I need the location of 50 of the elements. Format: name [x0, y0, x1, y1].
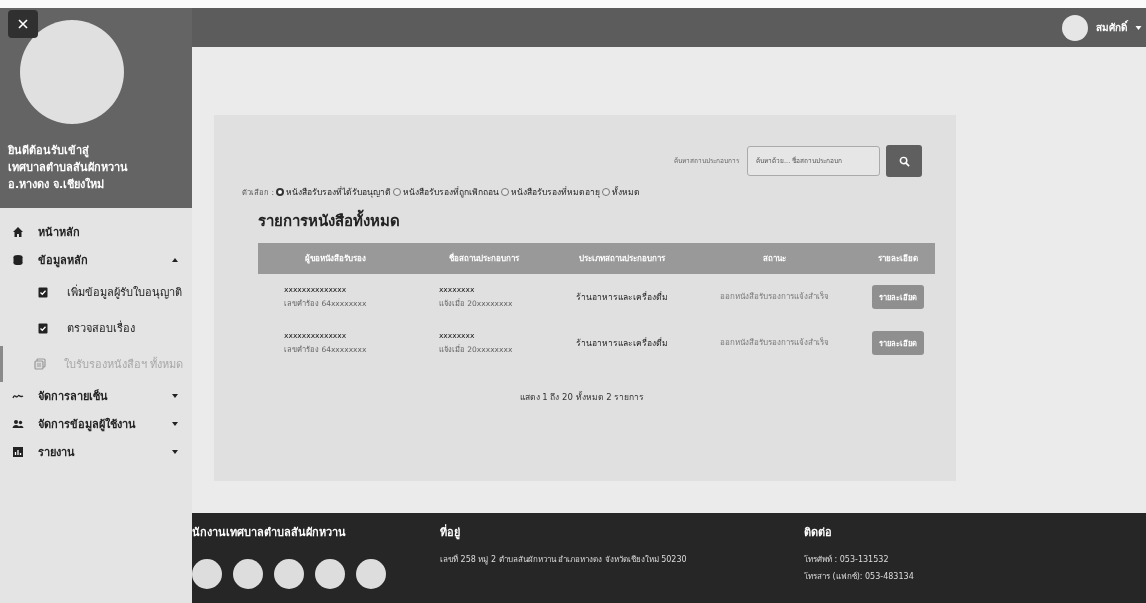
social-icon[interactable] [274, 559, 304, 589]
menu-group[interactable]: รายงาน [0, 438, 192, 466]
column-header: ชื่อสถานประกอบการ [412, 243, 555, 274]
user-avatar [1062, 14, 1088, 41]
filter-radio[interactable]: หนังสือรับรองที่ได้รับอนุญาติ [275, 185, 391, 199]
filter-radio[interactable]: ทั้งหมด [601, 185, 640, 199]
home-icon [12, 226, 24, 238]
social-icon[interactable] [192, 559, 222, 589]
close-icon [17, 18, 29, 30]
welcome-text: ยินดีต้อนรับเข้าสู่ เทศบาลตำบลสันผักหวาน อ.หางดง จ.เชียงใหม่ [8, 143, 129, 193]
caret-up-icon [172, 258, 178, 262]
caret-down-icon [172, 394, 178, 398]
footer-title: นักงานเทศบาลตำบลสันผักหวาน [192, 525, 347, 541]
close-button[interactable] [8, 10, 38, 38]
footer-title: ติดต่อ [804, 525, 833, 541]
caret-down-icon [172, 422, 178, 426]
column-header: รายละเอียด [860, 243, 935, 274]
column-header: ประเภทสถานประกอบการ [554, 243, 690, 274]
clipboard-icon [37, 286, 49, 298]
user-menu[interactable]: สมศักดิ์ [1096, 20, 1142, 35]
database-icon [12, 254, 24, 266]
business-type: ร้านอาหารและเครื่องดื่ม [575, 336, 670, 350]
column-header: ผู้ขอหนังสือรับรอง [258, 243, 413, 274]
status-text: ออกหนังสือรับรองการแจ้งสำเร็จ [719, 336, 831, 349]
caret-down-icon [172, 450, 178, 454]
menu-group[interactable]: ข้อมูลหลัก [0, 246, 192, 274]
menu-item[interactable]: หน้าหลัก [0, 218, 192, 246]
copy-icon [34, 358, 46, 370]
caret-down-icon [1135, 25, 1142, 30]
search-button[interactable] [886, 145, 922, 177]
social-icon[interactable] [233, 559, 263, 589]
contact-text: โทรศัพท์ : 053-131532 [804, 554, 890, 566]
clipboard-icon [37, 322, 49, 334]
menu-group[interactable]: จัดการลายเซ็น [0, 382, 192, 410]
filter-radio[interactable]: หนังสือรับรองที่หมดอายุ [500, 185, 600, 199]
column-header: สถานะ [689, 243, 861, 274]
social-icon[interactable] [356, 559, 386, 589]
address-text: เลขที่ 258 หมู่ 2 ตำบลสันผักหวาน อำเภอหางดง จังหวัดเชียงใหม่ 50230 [440, 553, 688, 566]
footer-title: ที่อยู่ [440, 523, 461, 541]
search-icon [898, 155, 910, 167]
menu-group[interactable]: จัดการข้อมูลผู้ใช้งาน [0, 410, 192, 438]
status-text: ออกหนังสือรับรองการแจ้งสำเร็จ [719, 290, 831, 303]
contact-text: โทรสาร (แฟกซ์): 053-483134 [804, 571, 914, 583]
chart-icon [12, 446, 24, 458]
business-type: ร้านอาหารและเครื่องดื่ม [554, 274, 690, 320]
filter-radio[interactable]: หนังสือรับรองที่ถูกเพิกถอน [392, 185, 499, 199]
social-icon[interactable] [315, 559, 345, 589]
users-icon [12, 418, 24, 430]
list-heading: รายการหนังสือทั้งหมด [258, 209, 922, 233]
pagination-info: แสดง 1 ถึง 20 ทั้งหมด 2 รายการ [518, 390, 646, 404]
